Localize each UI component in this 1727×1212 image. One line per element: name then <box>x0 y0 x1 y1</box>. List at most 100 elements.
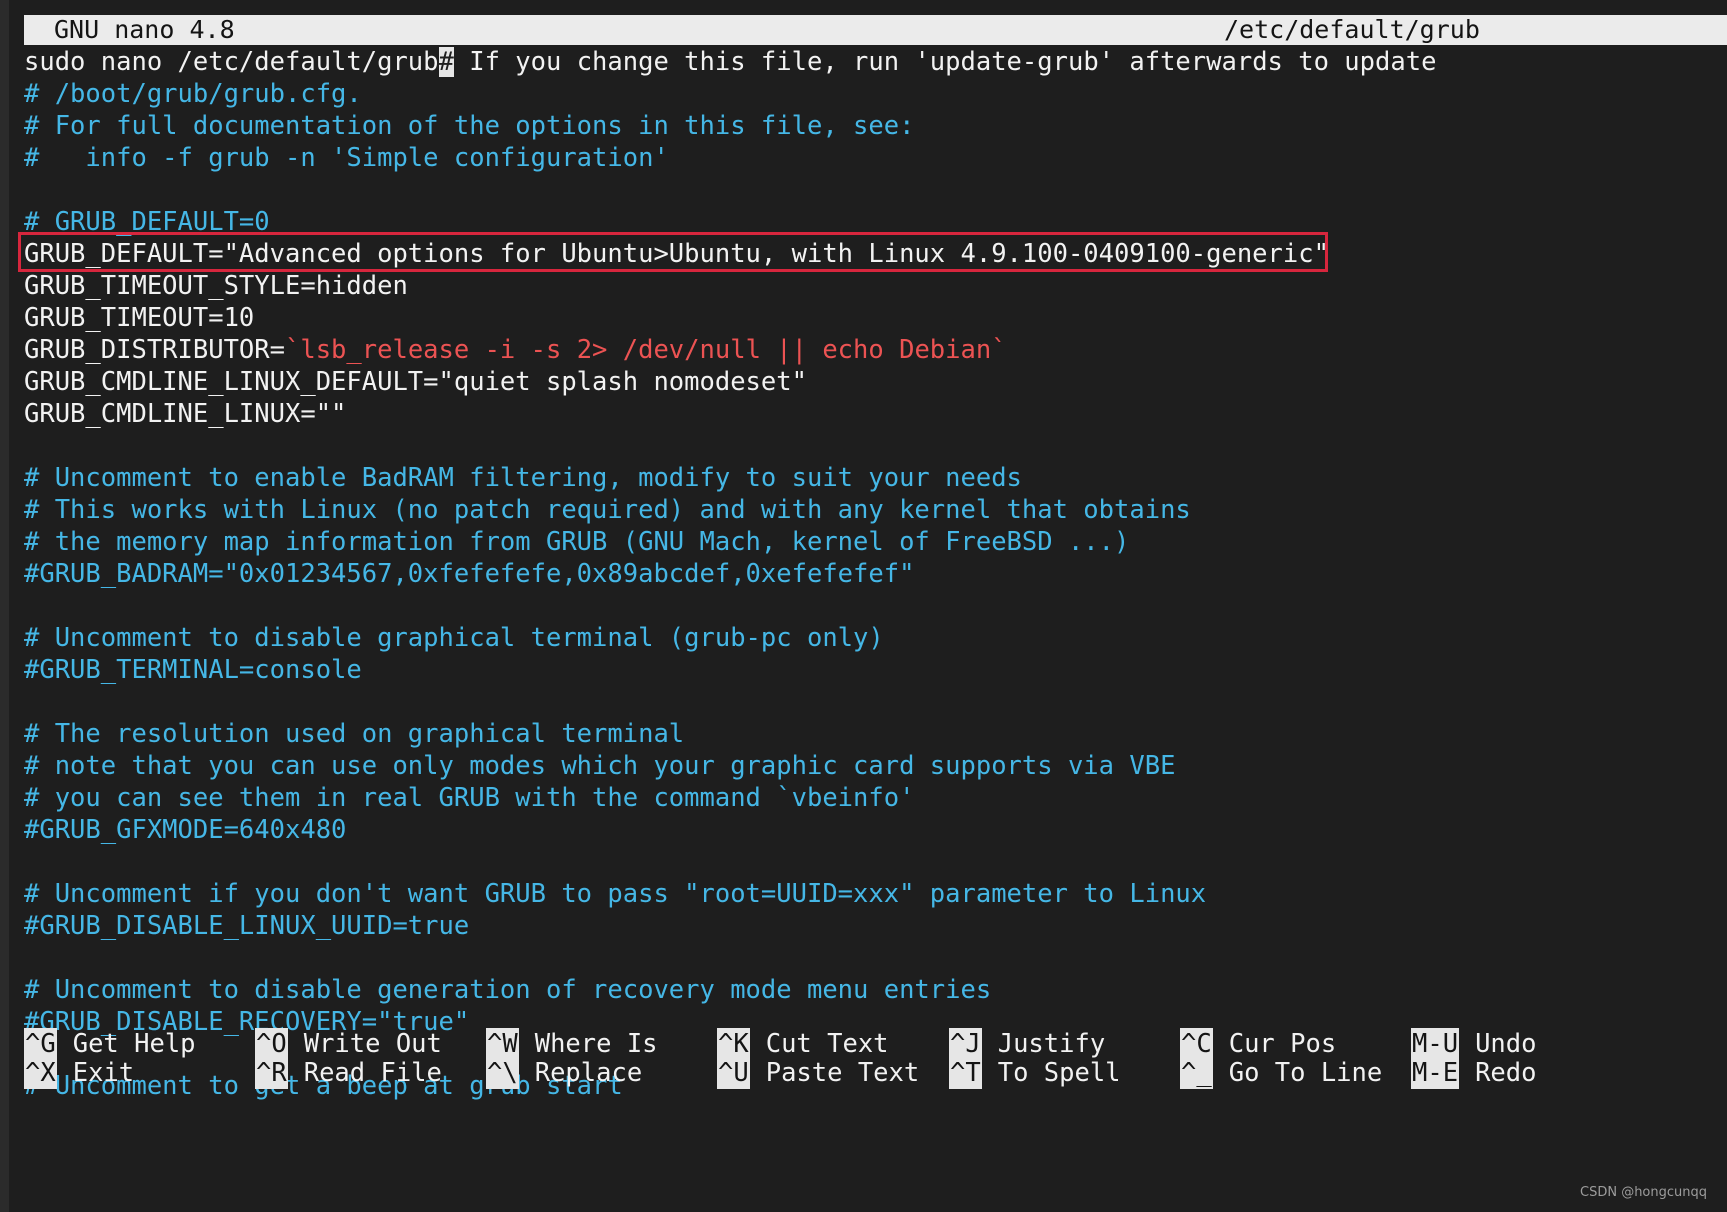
editor-line[interactable]: # For full documentation of the options … <box>24 110 1436 142</box>
shortcut-label: To Spell <box>997 1058 1121 1088</box>
window-left-edge <box>0 0 9 1212</box>
shortcut-cut-text[interactable]: ^K Cut Text <box>717 1028 889 1060</box>
line-segment: # you can see them in real GRUB with the… <box>24 783 915 813</box>
line-segment: # /boot/grub/grub.cfg. <box>24 79 362 109</box>
line-segment: # This works with Linux (no patch requir… <box>24 495 1191 525</box>
shortcut-label: Cut Text <box>765 1029 889 1059</box>
shortcut-replace[interactable]: ^\ Replace <box>486 1057 642 1089</box>
shortcut-key: ^O <box>255 1028 288 1060</box>
shortcut-label: Where Is <box>534 1029 658 1059</box>
shortcut-label: Cur Pos <box>1228 1029 1337 1059</box>
nano-title-bar: GNU nano 4.8 /etc/default/grub <box>24 15 1727 45</box>
shortcut-to-spell[interactable]: ^T To Spell <box>949 1057 1121 1089</box>
editor-line[interactable]: # Uncomment to disable generation of rec… <box>24 974 1436 1006</box>
line-segment: GRUB_CMDLINE_LINUX="" <box>24 399 347 429</box>
shortcut-key: ^T <box>949 1057 982 1089</box>
editor-line[interactable]: # you can see them in real GRUB with the… <box>24 782 1436 814</box>
line-segment: #GRUB_GFXMODE=640x480 <box>24 815 347 845</box>
shortcut-key: M-U <box>1411 1028 1460 1060</box>
editor-line[interactable] <box>24 846 1436 878</box>
line-segment: `lsb_release -i -s 2> /dev/null || echo … <box>285 335 1007 365</box>
shortcut-exit[interactable]: ^X Exit <box>24 1057 134 1089</box>
shortcut-label: Undo <box>1475 1029 1537 1059</box>
shortcut-key: ^W <box>486 1028 519 1060</box>
shortcut-justify[interactable]: ^J Justify <box>949 1028 1105 1060</box>
shortcut-undo[interactable]: M-U Undo <box>1411 1028 1536 1060</box>
shortcut-label: Go To Line <box>1228 1058 1383 1088</box>
editor-line[interactable]: # Uncomment to enable BadRAM filtering, … <box>24 462 1436 494</box>
line-segment: # the memory map information from GRUB (… <box>24 527 1130 557</box>
line-segment: #GRUB_DISABLE_LINUX_UUID=true <box>24 911 470 941</box>
shortcut-go-to-line[interactable]: ^_ Go To Line <box>1180 1057 1382 1089</box>
shortcut-key: ^K <box>717 1028 750 1060</box>
shortcut-cur-pos[interactable]: ^C Cur Pos <box>1180 1028 1336 1060</box>
editor-line[interactable]: GRUB_DISTRIBUTOR=`lsb_release -i -s 2> /… <box>24 334 1436 366</box>
editor-line[interactable]: GRUB_TIMEOUT_STYLE=hidden <box>24 270 1436 302</box>
editor-line[interactable]: #GRUB_DISABLE_LINUX_UUID=true <box>24 910 1436 942</box>
editor-line[interactable]: #GRUB_TERMINAL=console <box>24 654 1436 686</box>
editor-line[interactable]: # /boot/grub/grub.cfg. <box>24 78 1436 110</box>
line-segment: # info -f grub -n 'Simple configuration' <box>24 143 669 173</box>
line-segment: # Uncomment to disable graphical termina… <box>24 623 884 653</box>
editor-line[interactable]: # the memory map information from GRUB (… <box>24 526 1436 558</box>
editor-line[interactable]: # note that you can use only modes which… <box>24 750 1436 782</box>
editor-line[interactable]: # Uncomment to disable graphical termina… <box>24 622 1436 654</box>
shortcut-key: ^G <box>24 1028 57 1060</box>
editor-line[interactable] <box>24 590 1436 622</box>
shortcut-key: ^\ <box>486 1057 519 1089</box>
shortcut-label: Justify <box>997 1029 1106 1059</box>
shortcut-key: M-E <box>1411 1057 1460 1089</box>
line-segment: GRUB_CMDLINE_LINUX_DEFAULT="quiet splash… <box>24 367 807 397</box>
shortcut-label: Exit <box>72 1058 135 1088</box>
editor-line[interactable]: #GRUB_BADRAM="0x01234567,0xfefefefe,0x89… <box>24 558 1436 590</box>
line-segment: If you change this file, run 'update-gru… <box>453 47 1437 77</box>
editor-line[interactable] <box>24 942 1436 974</box>
line-segment: # Uncomment to enable BadRAM filtering, … <box>24 463 1022 493</box>
line-segment: sudo nano /etc/default/grub <box>24 47 439 77</box>
shortcut-key: ^U <box>717 1057 750 1089</box>
line-segment: # note that you can use only modes which… <box>24 751 1176 781</box>
line-segment: GRUB_DISTRIBUTOR= <box>24 335 285 365</box>
shortcut-key: ^_ <box>1180 1057 1213 1089</box>
editor-line[interactable]: # The resolution used on graphical termi… <box>24 718 1436 750</box>
editor-line[interactable] <box>24 430 1436 462</box>
editor-line[interactable]: # info -f grub -n 'Simple configuration' <box>24 142 1436 174</box>
line-segment: # For full documentation of the options … <box>24 111 915 141</box>
editor-line[interactable]: #GRUB_GFXMODE=640x480 <box>24 814 1436 846</box>
shortcut-paste-text[interactable]: ^U Paste Text <box>717 1057 919 1089</box>
app-version-label: GNU nano 4.8 <box>54 15 235 44</box>
line-segment: # Uncomment to disable generation of rec… <box>24 975 992 1005</box>
editor-line[interactable] <box>24 174 1436 206</box>
file-path-label: /etc/default/grub <box>1224 15 1480 44</box>
shortcut-key: ^R <box>255 1057 288 1089</box>
line-segment: GRUB_TIMEOUT=10 <box>24 303 255 333</box>
line-segment: # Uncomment if you don't want GRUB to pa… <box>24 879 1207 909</box>
shortcut-label: Redo <box>1475 1058 1537 1088</box>
editor-line[interactable]: sudo nano /etc/default/grub# If you chan… <box>24 46 1436 78</box>
shortcut-label: Read File <box>303 1058 442 1088</box>
shortcut-label: Replace <box>534 1058 643 1088</box>
line-segment: # The resolution used on graphical termi… <box>24 719 685 749</box>
shortcut-write-out[interactable]: ^O Write Out <box>255 1028 442 1060</box>
shortcut-label: Get Help <box>72 1029 196 1059</box>
editor-line[interactable]: GRUB_TIMEOUT=10 <box>24 302 1436 334</box>
editor-line[interactable] <box>24 686 1436 718</box>
shortcut-where-is[interactable]: ^W Where Is <box>486 1028 658 1060</box>
line-segment: #GRUB_TERMINAL=console <box>24 655 362 685</box>
editor-line[interactable]: GRUB_CMDLINE_LINUX="" <box>24 398 1436 430</box>
text-cursor: # <box>438 47 454 77</box>
grub-default-highlight-box <box>18 232 1328 272</box>
editor-text-area[interactable]: sudo nano /etc/default/grub# If you chan… <box>24 46 1436 1102</box>
shortcut-label: Paste Text <box>765 1058 920 1088</box>
shortcut-key: ^C <box>1180 1028 1213 1060</box>
shortcut-redo[interactable]: M-E Redo <box>1411 1057 1536 1089</box>
line-segment: GRUB_TIMEOUT_STYLE=hidden <box>24 271 408 301</box>
editor-line[interactable]: # Uncomment if you don't want GRUB to pa… <box>24 878 1436 910</box>
editor-line[interactable]: # This works with Linux (no patch requir… <box>24 494 1436 526</box>
shortcut-read-file[interactable]: ^R Read File <box>255 1057 442 1089</box>
watermark: CSDN @hongcunqq <box>1580 1185 1708 1200</box>
shortcut-label: Write Out <box>303 1029 442 1059</box>
shortcut-key: ^J <box>949 1028 982 1060</box>
editor-line[interactable]: GRUB_CMDLINE_LINUX_DEFAULT="quiet splash… <box>24 366 1436 398</box>
shortcut-get-help[interactable]: ^G Get Help <box>24 1028 196 1060</box>
